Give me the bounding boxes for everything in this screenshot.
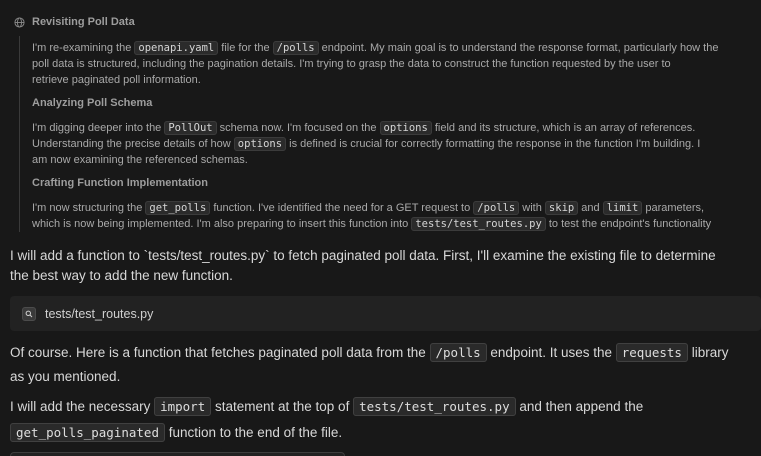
inline-code: openapi.yaml <box>134 41 219 55</box>
text-run: with <box>519 202 545 214</box>
thinking-line: I'm digging deeper into the PollOut sche… <box>32 120 700 136</box>
inline-code: /polls <box>429 343 487 362</box>
inline-code: get_polls <box>145 201 211 215</box>
text-run: to test the endpoint's functionality <box>545 218 712 230</box>
inline-code: tests/test_routes.py <box>353 397 516 416</box>
text-run: and <box>578 202 603 214</box>
search-icon <box>22 306 36 321</box>
text-run: field and its structure, which is an arr… <box>431 122 696 134</box>
text-run: function to the end of the file. <box>165 425 343 440</box>
text-run: endpoint. It uses the <box>486 345 616 360</box>
inline-code: get_polls_paginated <box>10 423 165 442</box>
file-name: tests/test_routes.py <box>45 306 154 321</box>
text-run: file for the <box>218 42 273 54</box>
message-line: Of course. Here is a function that fetch… <box>10 340 728 366</box>
inline-code: options <box>233 137 287 151</box>
message-line: I will add a function to `tests/test_rou… <box>10 248 716 263</box>
inline-code: limit <box>602 201 643 215</box>
assistant-message: I will add a function to `tests/test_rou… <box>10 246 716 286</box>
inline-code: import <box>154 397 212 416</box>
section-title: Crafting Function Implementation <box>32 177 208 189</box>
text-run: retrieve paginated poll information. <box>32 74 201 86</box>
section-title: Analyzing Poll Schema <box>32 97 153 109</box>
thinking-line: poll data is structured, including the p… <box>32 56 718 72</box>
globe-icon <box>14 16 25 28</box>
text-run: I'm re-examining the <box>32 42 135 54</box>
text-run: Understanding the precise details of how <box>32 138 234 150</box>
assistant-message: I will add the necessary import statemen… <box>10 394 643 446</box>
inline-code: options <box>379 121 432 135</box>
text-run: I'm digging deeper into the <box>32 122 165 134</box>
inline-code: /polls <box>473 201 520 215</box>
inline-code: tests/test_routes.py <box>411 217 546 231</box>
text-run: parameters, <box>642 202 705 214</box>
message-line: get_polls_paginated function to the end … <box>10 420 643 446</box>
text-run: library <box>687 345 729 360</box>
thinking-line: I'm now structuring the get_polls functi… <box>32 200 711 216</box>
text-run: and then append the <box>515 399 644 414</box>
message-line: I will add the necessary import statemen… <box>10 394 643 420</box>
message-line: the best way to add the new function. <box>10 268 233 283</box>
chat-panel: Revisiting Poll Data I'm re-examining th… <box>0 0 761 456</box>
text-run: poll data is structured, including the p… <box>32 58 671 70</box>
thinking-divider <box>19 36 20 232</box>
thinking-line: I'm re-examining the openapi.yaml file f… <box>32 40 718 56</box>
text-run: I will add the necessary <box>10 399 155 414</box>
text-run: which is now being implemented. I'm also… <box>32 218 412 230</box>
thinking-section-body: I'm now structuring the get_polls functi… <box>32 200 711 232</box>
inline-code: skip <box>544 201 579 215</box>
text-run: Of course. Here is a function that fetch… <box>10 345 430 360</box>
text-run: endpoint. My main goal is to understand … <box>318 42 719 54</box>
text-run: I'm now structuring the <box>32 202 146 214</box>
section-title: Revisiting Poll Data <box>32 16 135 28</box>
assistant-message: Of course. Here is a function that fetch… <box>10 340 728 390</box>
thinking-header[interactable]: Revisiting Poll Data <box>14 16 135 28</box>
text-run: is defined is crucial for correctly form… <box>286 138 701 150</box>
thinking-section-body: I'm re-examining the openapi.yaml file f… <box>32 40 718 88</box>
code-block-edge <box>10 452 345 456</box>
thinking-line: retrieve paginated poll information. <box>32 72 718 88</box>
thinking-section-body: I'm digging deeper into the PollOut sche… <box>32 120 700 168</box>
inline-code: /polls <box>272 41 319 55</box>
text-run: am now examining the referenced schemas. <box>32 154 248 166</box>
text-run: function. I've identified the need for a… <box>210 202 474 214</box>
thinking-line: am now examining the referenced schemas. <box>32 152 700 168</box>
file-reference[interactable]: tests/test_routes.py <box>10 296 761 331</box>
inline-code: requests <box>615 343 688 362</box>
text-run: schema now. I'm focused on the <box>216 122 380 134</box>
message-line: as you mentioned. <box>10 369 121 384</box>
thinking-line: which is now being implemented. I'm also… <box>32 216 711 232</box>
text-run: statement at the top of <box>211 399 354 414</box>
inline-code: PollOut <box>164 121 217 135</box>
thinking-line: Understanding the precise details of how… <box>32 136 700 152</box>
